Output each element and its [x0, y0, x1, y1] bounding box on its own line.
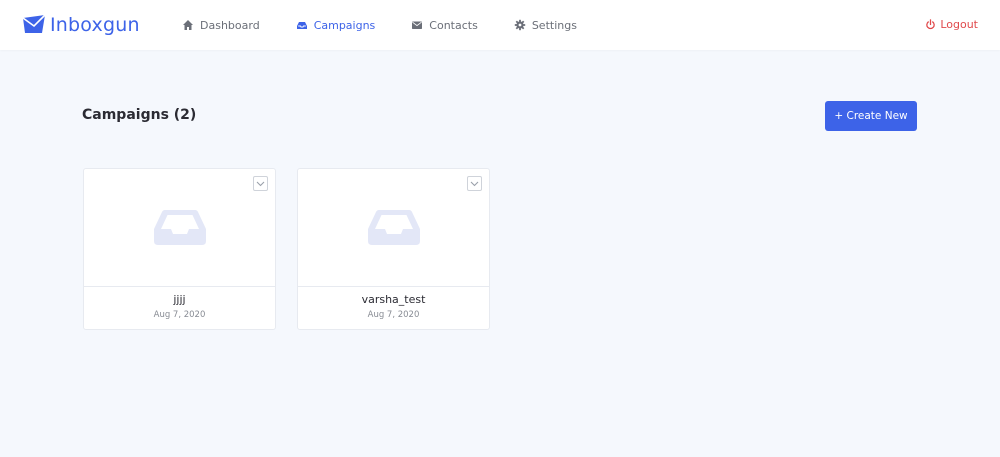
nav-item-campaigns[interactable]: Campaigns: [296, 18, 376, 32]
chevron-down-icon: [470, 181, 479, 186]
campaign-card[interactable]: jjjj Aug 7, 2020: [83, 168, 276, 330]
campaign-name[interactable]: jjjj: [84, 293, 275, 306]
envelope-logo-icon: [22, 14, 46, 33]
brand-logo[interactable]: Inboxgun: [22, 12, 140, 38]
brand-name: Inboxgun: [50, 14, 140, 36]
campaign-name[interactable]: varsha_test: [298, 293, 489, 306]
nav-item-dashboard[interactable]: Dashboard: [182, 19, 260, 32]
campaign-thumbnail: [298, 169, 489, 287]
nav-label: Settings: [531, 18, 577, 32]
card-menu-toggle[interactable]: [467, 176, 482, 191]
page-title: Campaigns (2): [82, 107, 197, 123]
main-nav: Dashboard Campaigns Contacts Settings: [182, 0, 613, 50]
nav-item-settings[interactable]: Settings: [514, 19, 577, 32]
envelope-icon: [412, 21, 423, 29]
card-menu-toggle[interactable]: [253, 176, 268, 191]
campaign-thumbnail: [84, 169, 275, 287]
home-icon: [183, 20, 193, 30]
logout-button[interactable]: Logout: [925, 18, 978, 31]
inbox-icon: [296, 22, 307, 29]
nav-label: Contacts: [429, 18, 478, 32]
campaign-date: Aug 7, 2020: [367, 310, 420, 320]
gear-icon: [514, 19, 526, 31]
create-new-button[interactable]: + Create New: [825, 101, 917, 131]
nav-item-contacts[interactable]: Contacts: [411, 19, 478, 32]
logout-label: Logout: [940, 18, 978, 31]
top-navbar: Inboxgun Dashboard Campaigns Contacts Se…: [0, 0, 1000, 50]
chevron-down-icon: [256, 181, 265, 186]
power-icon: [926, 19, 936, 30]
campaign-card[interactable]: varsha_test Aug 7, 2020: [297, 168, 490, 330]
nav-label: Campaigns: [313, 18, 376, 32]
nav-label: Dashboard: [200, 18, 260, 32]
inbox-placeholder-icon: [154, 210, 206, 245]
inbox-placeholder-icon: [368, 210, 420, 245]
campaign-date: Aug 7, 2020: [153, 310, 206, 320]
